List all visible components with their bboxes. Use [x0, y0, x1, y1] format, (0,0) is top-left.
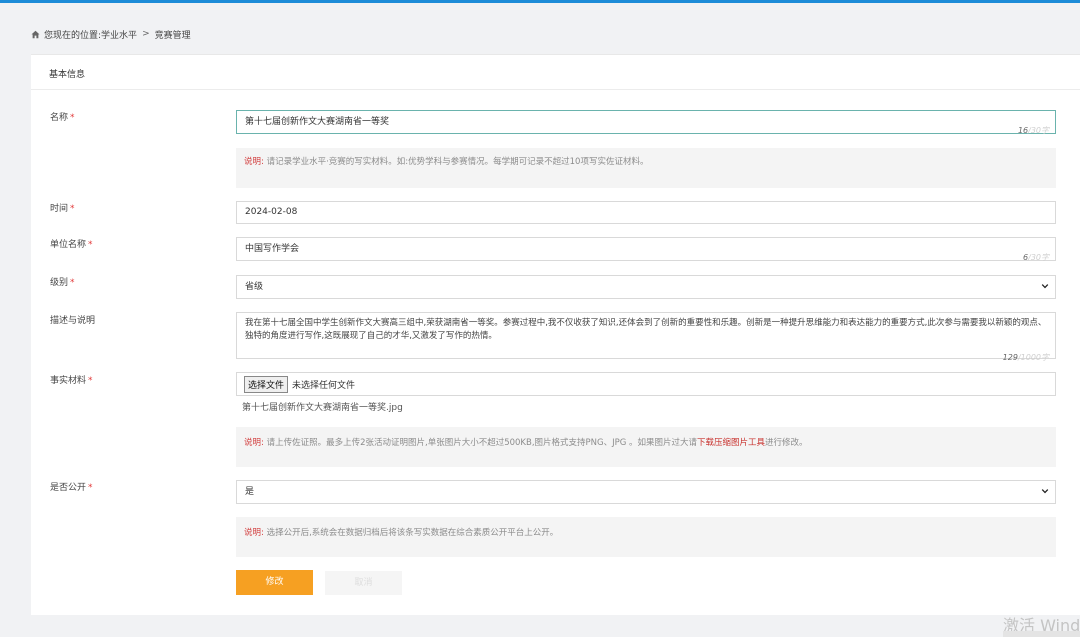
- breadcrumb-prefix: 您现在的位置:: [44, 30, 102, 41]
- breadcrumb-item-competition: 竞赛管理: [154, 30, 191, 41]
- name-input[interactable]: 第十七届创新作文大赛湖南省一等奖 16/30字: [236, 110, 1056, 135]
- home-icon: [31, 30, 40, 38]
- breadcrumb-separator: >: [142, 29, 150, 39]
- name-hint: 说明: 请记录学业水平·竞赛的写实材料。如:优势学科与参赛情况。每学期可记录不超…: [236, 148, 1056, 188]
- org-label: 单位名称 *: [50, 240, 93, 250]
- file-input[interactable]: 选择文件 未选择任何文件: [236, 372, 1056, 396]
- section-header: 基本信息: [31, 55, 1080, 90]
- name-input-value: 第十七届创新作文大赛湖南省一等奖: [245, 117, 390, 127]
- submit-button[interactable]: 修改: [236, 570, 313, 595]
- name-label: 名称 *: [50, 113, 75, 123]
- level-select-value: 省级: [245, 282, 264, 292]
- public-hint: 说明: 选择公开后,系统会在数据归档后将该条写实数据在综合素质公开平台上公开。: [236, 517, 1056, 557]
- no-file-text: 未选择任何文件: [292, 380, 356, 391]
- public-select-value: 是: [245, 487, 255, 497]
- top-accent-bar: [0, 0, 1080, 3]
- org-input[interactable]: 中国写作学会 6/30字: [236, 237, 1056, 262]
- uploaded-file-name: 第十七届创新作文大赛湖南省一等奖.jpg: [242, 403, 403, 413]
- time-input[interactable]: 2024-02-08: [236, 201, 1056, 224]
- desc-textarea[interactable]: 我在第十七届全国中学生创新作文大赛高三组中,荣获湖南省一等奖。参赛过程中,我不仅…: [236, 312, 1056, 362]
- level-label: 级别 *: [50, 278, 75, 288]
- section-title: 基本信息: [49, 70, 86, 80]
- chevron-down-icon: [1041, 489, 1049, 494]
- cancel-button[interactable]: 取消: [325, 571, 402, 595]
- form-card: 基本信息 名称 * 第十七届创新作文大赛湖南省一等奖 16/30字 说明: 请记录…: [31, 54, 1080, 615]
- public-label: 是否公开 *: [50, 483, 93, 493]
- material-hint: 说明: 请上传佐证照。最多上传2张活动证明图片,单张图片大小不超过500KB,图…: [236, 427, 1056, 467]
- download-compress-tool-link[interactable]: 下载压缩图片工具: [697, 438, 765, 448]
- time-label: 时间 *: [50, 204, 75, 214]
- required-mark: *: [70, 113, 75, 123]
- level-select[interactable]: 省级: [236, 275, 1056, 299]
- desc-textarea-value: 我在第十七届全国中学生创新作文大赛高三组中,荣获湖南省一等奖。参赛过程中,我不仅…: [245, 318, 1047, 341]
- breadcrumb: 您现在的位置: 学业水平 > 竞赛管理: [31, 27, 191, 41]
- choose-file-button[interactable]: 选择文件: [244, 375, 289, 393]
- breadcrumb-item-academic[interactable]: 学业水平: [101, 28, 137, 41]
- time-input-value: 2024-02-08: [245, 207, 298, 217]
- public-select[interactable]: 是: [236, 480, 1056, 504]
- desc-char-counter: 129/1000字: [1002, 353, 1049, 362]
- material-label: 事实材料 *: [50, 376, 93, 386]
- org-input-value: 中国写作学会: [245, 244, 300, 254]
- chevron-down-icon: [1041, 284, 1049, 289]
- desc-label: 描述与说明: [50, 316, 96, 326]
- org-char-counter: 6/30字: [1023, 253, 1049, 262]
- name-char-counter: 16/30字: [1017, 126, 1049, 135]
- watermark-underline: [1003, 631, 1080, 637]
